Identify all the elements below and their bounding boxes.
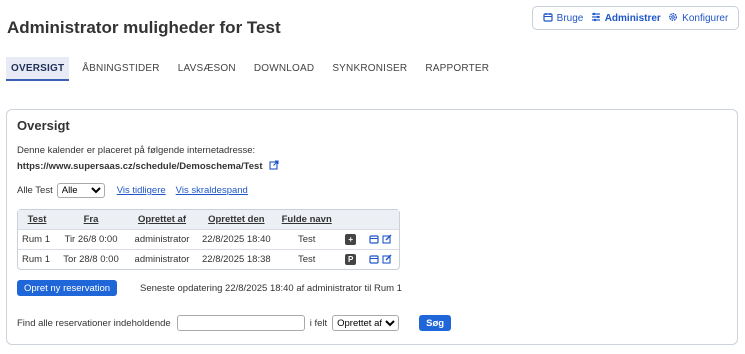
sliders-icon [591, 12, 601, 25]
reservations-table: Test Fra Oprettet af Oprettet den Fulde … [17, 209, 400, 270]
last-update-text: Seneste opdatering 22/8/2025 18:40 af ad… [140, 283, 402, 294]
tab-oversigt[interactable]: OVERSIGT [6, 57, 70, 81]
calendar-icon [543, 12, 553, 25]
cell-actions [362, 249, 399, 269]
cell-actions [362, 229, 399, 249]
cell-fra: Tir 26/8 0:00 [56, 229, 126, 249]
col-badge [338, 210, 363, 229]
cell-fulde-navn: Test [274, 249, 339, 269]
edit-icon[interactable] [382, 254, 392, 265]
top-nav: Bruge Administrer Konfigurer [532, 6, 739, 30]
table-header-row: Test Fra Oprettet af Oprettet den Fulde … [18, 210, 399, 229]
col-oprettet-den[interactable]: Oprettet den [198, 210, 275, 229]
cell-test: Rum 1 [18, 249, 56, 269]
overview-title: Oversigt [17, 118, 70, 133]
cell-oprettet-den: 22/8/2025 18:40 [198, 229, 275, 249]
nav-bruge[interactable]: Bruge [543, 12, 584, 25]
tab-lavsaeson[interactable]: LAVSÆSON [173, 57, 241, 81]
cell-oprettet-den: 22/8/2025 18:38 [198, 249, 275, 269]
cell-badge: P [338, 249, 363, 269]
cell-oprettet-af: administrator [126, 249, 198, 269]
new-reservation-button[interactable]: Opret ny reservation [17, 280, 118, 296]
nav-konfigurer[interactable]: Konfigurer [668, 12, 728, 25]
gear-icon [668, 12, 678, 25]
status-badge: + [345, 234, 357, 245]
col-fulde-navn[interactable]: Fulde navn [274, 210, 339, 229]
calendar-icon[interactable] [369, 254, 379, 265]
tab-synkroniser[interactable]: SYNKRONISER [327, 57, 412, 81]
calendar-icon[interactable] [369, 234, 379, 245]
page-title: Administrator muligheder for Test [7, 18, 281, 37]
search-row: Find alle reservationer indeholdende i f… [17, 315, 452, 331]
overview-panel: Oversigt Denne kalender er placeret på f… [6, 109, 738, 345]
status-badge: P [345, 254, 357, 265]
cell-fra: Tor 28/8 0:00 [56, 249, 126, 269]
nav-konfigurer-label: Konfigurer [682, 12, 729, 24]
show-trash-link[interactable]: Vis skraldespand [176, 185, 248, 196]
tab-bar: OVERSIGT ÅBNINGSTIDER LAVSÆSON DOWNLOAD … [6, 57, 502, 81]
col-test[interactable]: Test [18, 210, 56, 229]
col-actions [362, 210, 399, 229]
cell-test: Rum 1 [18, 229, 56, 249]
tab-abningstider[interactable]: ÅBNINGSTIDER [77, 57, 164, 81]
col-oprettet-af[interactable]: Oprettet af [126, 210, 198, 229]
edit-icon[interactable] [382, 234, 392, 245]
cell-badge: + [338, 229, 363, 249]
search-label: Find alle reservationer indeholdende [17, 317, 171, 329]
filter-label: Alle Test [17, 185, 53, 196]
col-fra[interactable]: Fra [56, 210, 126, 229]
schedule-url: https://www.supersaas.cz/schedule/Demosc… [17, 161, 263, 172]
nav-administrer[interactable]: Administrer [591, 12, 661, 25]
cell-fulde-navn: Test [274, 229, 339, 249]
overview-intro: Denne kalender er placeret på følgende i… [17, 145, 256, 156]
external-link-icon[interactable] [268, 160, 279, 173]
nav-administrer-label: Administrer [604, 12, 661, 24]
tab-download[interactable]: DOWNLOAD [249, 57, 320, 81]
nav-bruge-label: Bruge [556, 12, 584, 24]
schedule-url-line: https://www.supersaas.cz/schedule/Demosc… [17, 160, 279, 173]
table-row: Rum 1 Tir 26/8 0:00 administrator 22/8/2… [18, 229, 399, 249]
show-previous-link[interactable]: Vis tidligere [117, 185, 166, 196]
table-row: Rum 1 Tor 28/8 0:00 administrator 22/8/2… [18, 249, 399, 269]
filter-row: Alle Test Alle Vis tidligere Vis skralde… [17, 183, 258, 198]
search-button[interactable]: Søg [419, 315, 452, 331]
field-select[interactable]: Oprettet af [332, 315, 400, 331]
filter-select[interactable]: Alle [56, 183, 105, 198]
tab-rapporter[interactable]: RAPPORTER [420, 57, 494, 81]
in-field-label: i felt [309, 317, 328, 329]
cell-oprettet-af: administrator [126, 229, 198, 249]
search-input[interactable] [176, 315, 305, 331]
